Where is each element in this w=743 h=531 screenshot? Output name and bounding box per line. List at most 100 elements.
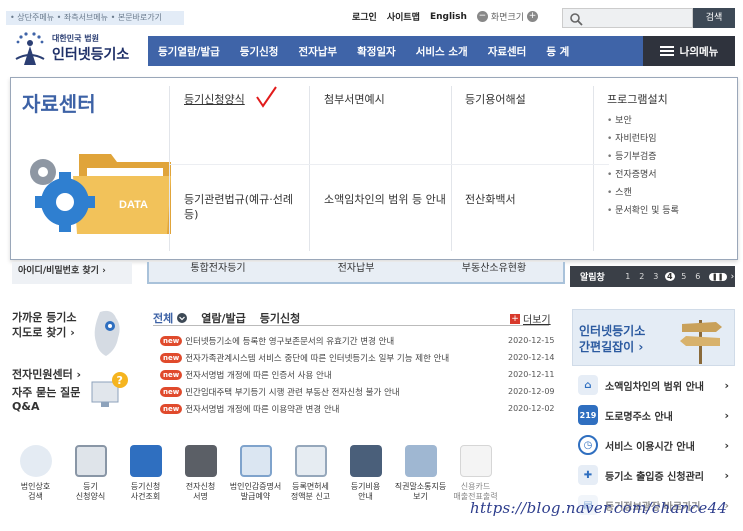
site-logo[interactable]: 대한민국 법원 인터넷등기소 <box>10 29 138 69</box>
nav-data-center[interactable]: 자료센터 <box>478 44 537 59</box>
tab-all[interactable]: 전체 <box>153 310 188 326</box>
english-link[interactable]: English <box>430 12 467 22</box>
alert-label: 알림창 <box>580 273 605 283</box>
menu-small-tenant[interactable]: 소액임차인의 범위 등 안내 <box>324 192 446 207</box>
quick-access-pass[interactable]: ✚ 등기소 출입증 신청관리 › <box>572 460 735 490</box>
zoom-in-icon[interactable]: + <box>527 11 539 22</box>
qa-label: Q&A <box>12 400 40 413</box>
notice-item[interactable]: new 전자서명법 개정에 따른 이용약관 변경 안내 2020-12-02 <box>160 400 555 417</box>
menu-form-templates[interactable]: 등기신청양식 <box>184 92 245 107</box>
alert-page-5[interactable]: 5 <box>679 272 689 281</box>
service-case-lookup[interactable]: 등기신청 사건조회 <box>118 445 173 502</box>
service-label: 등기신청 <box>130 482 161 491</box>
service-form-templates[interactable]: 등기 신청양식 <box>63 445 118 502</box>
service-label: 서명 <box>193 492 208 501</box>
notice-board-icon <box>404 445 437 477</box>
civil-center-link: 전자민원센터 › <box>12 368 82 381</box>
main-nav: 등기열람/발급 등기신청 전자납부 확정일자 서비스 소개 자료센터 등 계 나… <box>148 36 735 66</box>
dropdown-divider <box>309 86 310 251</box>
easy-guide-banner[interactable]: 인터넷등기소 간편길잡이 › <box>572 309 735 366</box>
korea-map-icon <box>94 310 120 356</box>
install-scan[interactable]: 스캔 <box>607 184 679 202</box>
alert-page-6[interactable]: 6 <box>693 272 703 281</box>
install-doc-check[interactable]: 문서확인 및 등록 <box>607 202 679 220</box>
quick-label: 소액임차인의 범위 안내 <box>605 381 704 393</box>
zoom-out-icon[interactable]: − <box>476 11 488 22</box>
document-icon <box>74 445 107 477</box>
menu-attachment-examples[interactable]: 첨부서면예시 <box>324 92 385 107</box>
service-company-search[interactable]: 법인상호 검색 <box>8 445 63 502</box>
tab-e-payment[interactable]: 전자납부 <box>287 262 425 282</box>
service-license-tax[interactable]: 등록면허세 정액분 신고 <box>283 445 338 502</box>
search-button[interactable]: 검색 <box>693 8 735 28</box>
quick-label: 등기소 출입증 신청관리 <box>605 471 704 483</box>
alert-page-3[interactable]: 3 <box>651 272 661 281</box>
install-certificate[interactable]: 전자증명서 <box>607 166 679 184</box>
service-card-receipt[interactable]: 신용카드 매출전표출력 <box>448 445 503 502</box>
service-label: 법인상호 <box>20 482 51 491</box>
nav-service[interactable]: 서비스 소개 <box>406 44 478 59</box>
install-security[interactable]: 보안 <box>607 112 679 130</box>
menu-white-paper[interactable]: 전산화백서 <box>465 192 516 207</box>
monitor-icon <box>129 445 162 477</box>
alert-page-2[interactable]: 2 <box>637 272 647 281</box>
dropdown-divider <box>593 86 594 251</box>
service-seal-certificate[interactable]: 법인인감증명서 발급예약 <box>228 445 283 502</box>
new-badge: new <box>160 369 183 380</box>
guide-subtitle: 간편길잡이 › <box>579 340 644 354</box>
skip-links[interactable]: • 상단주메뉴 • 좌측서브메뉴 • 본문바로가기 <box>6 11 184 25</box>
service-label: 안내 <box>358 492 373 501</box>
more-link[interactable]: + 더보기 <box>510 311 551 326</box>
tab-issue[interactable]: 열람/발급 <box>201 310 246 326</box>
nav-stats[interactable]: 등 계 <box>536 44 579 59</box>
notice-date: 2020-12-02 <box>508 404 555 413</box>
service-label: 발급예약 <box>240 492 271 501</box>
civil-center[interactable]: 전자민원센터 › 자주 묻는 질문 Q&A <box>12 368 81 414</box>
magnifier-doc-icon <box>19 445 52 477</box>
chevron-right-icon: › <box>724 468 729 482</box>
login-link[interactable]: 로그인 <box>352 10 377 23</box>
chevron-down-icon <box>177 313 188 323</box>
nav-fixed-date[interactable]: 확정일자 <box>347 44 406 59</box>
my-menu-button[interactable]: 나의메뉴 <box>643 36 735 66</box>
tab-apply[interactable]: 등기신청 <box>260 310 300 326</box>
service-label: 전자신청 <box>185 482 216 491</box>
new-badge: new <box>160 352 183 363</box>
notice-item[interactable]: new 민간임대주택 부기등기 시행 관련 부동산 전자신청 불가 안내 2020-… <box>160 383 555 400</box>
nav-apply[interactable]: 등기신청 <box>230 44 289 59</box>
notice-date: 2020-12-14 <box>508 353 555 362</box>
service-e-sign[interactable]: 전자신청 서명 <box>173 445 228 502</box>
tab-e-registration[interactable]: 통합전자등기 <box>149 262 287 282</box>
dropdown-divider <box>451 86 452 251</box>
menu-program-install[interactable]: 프로그램설치 <box>607 92 668 107</box>
quick-small-tenant[interactable]: ⌂ 소액임차인의 범위 안내 › <box>572 370 735 400</box>
calendar-icon <box>239 445 272 477</box>
id-password-find-link[interactable]: 아이디/비밀번호 찾기 › <box>12 262 132 284</box>
service-fee-guide[interactable]: 등기비용 안내 <box>338 445 393 502</box>
search-input[interactable] <box>562 8 693 28</box>
service-label: 직권말소통지등 <box>394 482 447 491</box>
notice-item[interactable]: new 인터넷등기소에 등록한 영구보존문서의 유효기간 변경 안내 2020-12… <box>160 332 555 349</box>
notice-item[interactable]: new 전자가족관계시스템 서비스 중단에 따른 인터넷등기소 일부 기능 제한 … <box>160 349 555 366</box>
pause-icon[interactable]: ❚❚ <box>708 272 727 281</box>
nav-payment[interactable]: 전자납부 <box>288 44 347 59</box>
install-verify[interactable]: 등기부검증 <box>607 148 679 166</box>
nav-issue[interactable]: 등기열람/발급 <box>148 44 230 59</box>
alert-page-1[interactable]: 1 <box>623 272 633 281</box>
notice-item[interactable]: new 전자서명법 개정에 따른 인증서 사용 안내 2020-12-11 <box>160 366 555 383</box>
tab-property-status[interactable]: 부동산소유현황 <box>425 262 563 282</box>
receipt-icon <box>459 445 492 477</box>
quick-service-hours[interactable]: ◷ 서비스 이용시간 안내 › <box>572 430 735 460</box>
tax-doc-icon <box>294 445 327 477</box>
next-icon[interactable]: › <box>731 272 735 282</box>
install-java-runtime[interactable]: 자비런타임 <box>607 130 679 148</box>
menu-glossary[interactable]: 등기용어해설 <box>465 92 526 107</box>
my-menu-label: 나의메뉴 <box>679 45 719 58</box>
sitemap-link[interactable]: 사이트맵 <box>387 10 420 23</box>
service-cancel-notice[interactable]: 직권말소통지등 보기 <box>393 445 448 502</box>
alert-page-4[interactable]: 4 <box>664 272 675 281</box>
nearby-registry-link[interactable]: 가까운 등기소 지도로 찾기 › <box>12 310 77 340</box>
service-icon-row: 법인상호 검색 등기 신청양식 등기신청 사건조회 전자신청 서명 법인인감증명서 발급예… <box>8 445 560 502</box>
menu-laws[interactable]: 등기관련법규(예규·선례등) <box>184 192 302 222</box>
quick-road-address[interactable]: 219 도로명주소 안내 › <box>572 400 735 430</box>
